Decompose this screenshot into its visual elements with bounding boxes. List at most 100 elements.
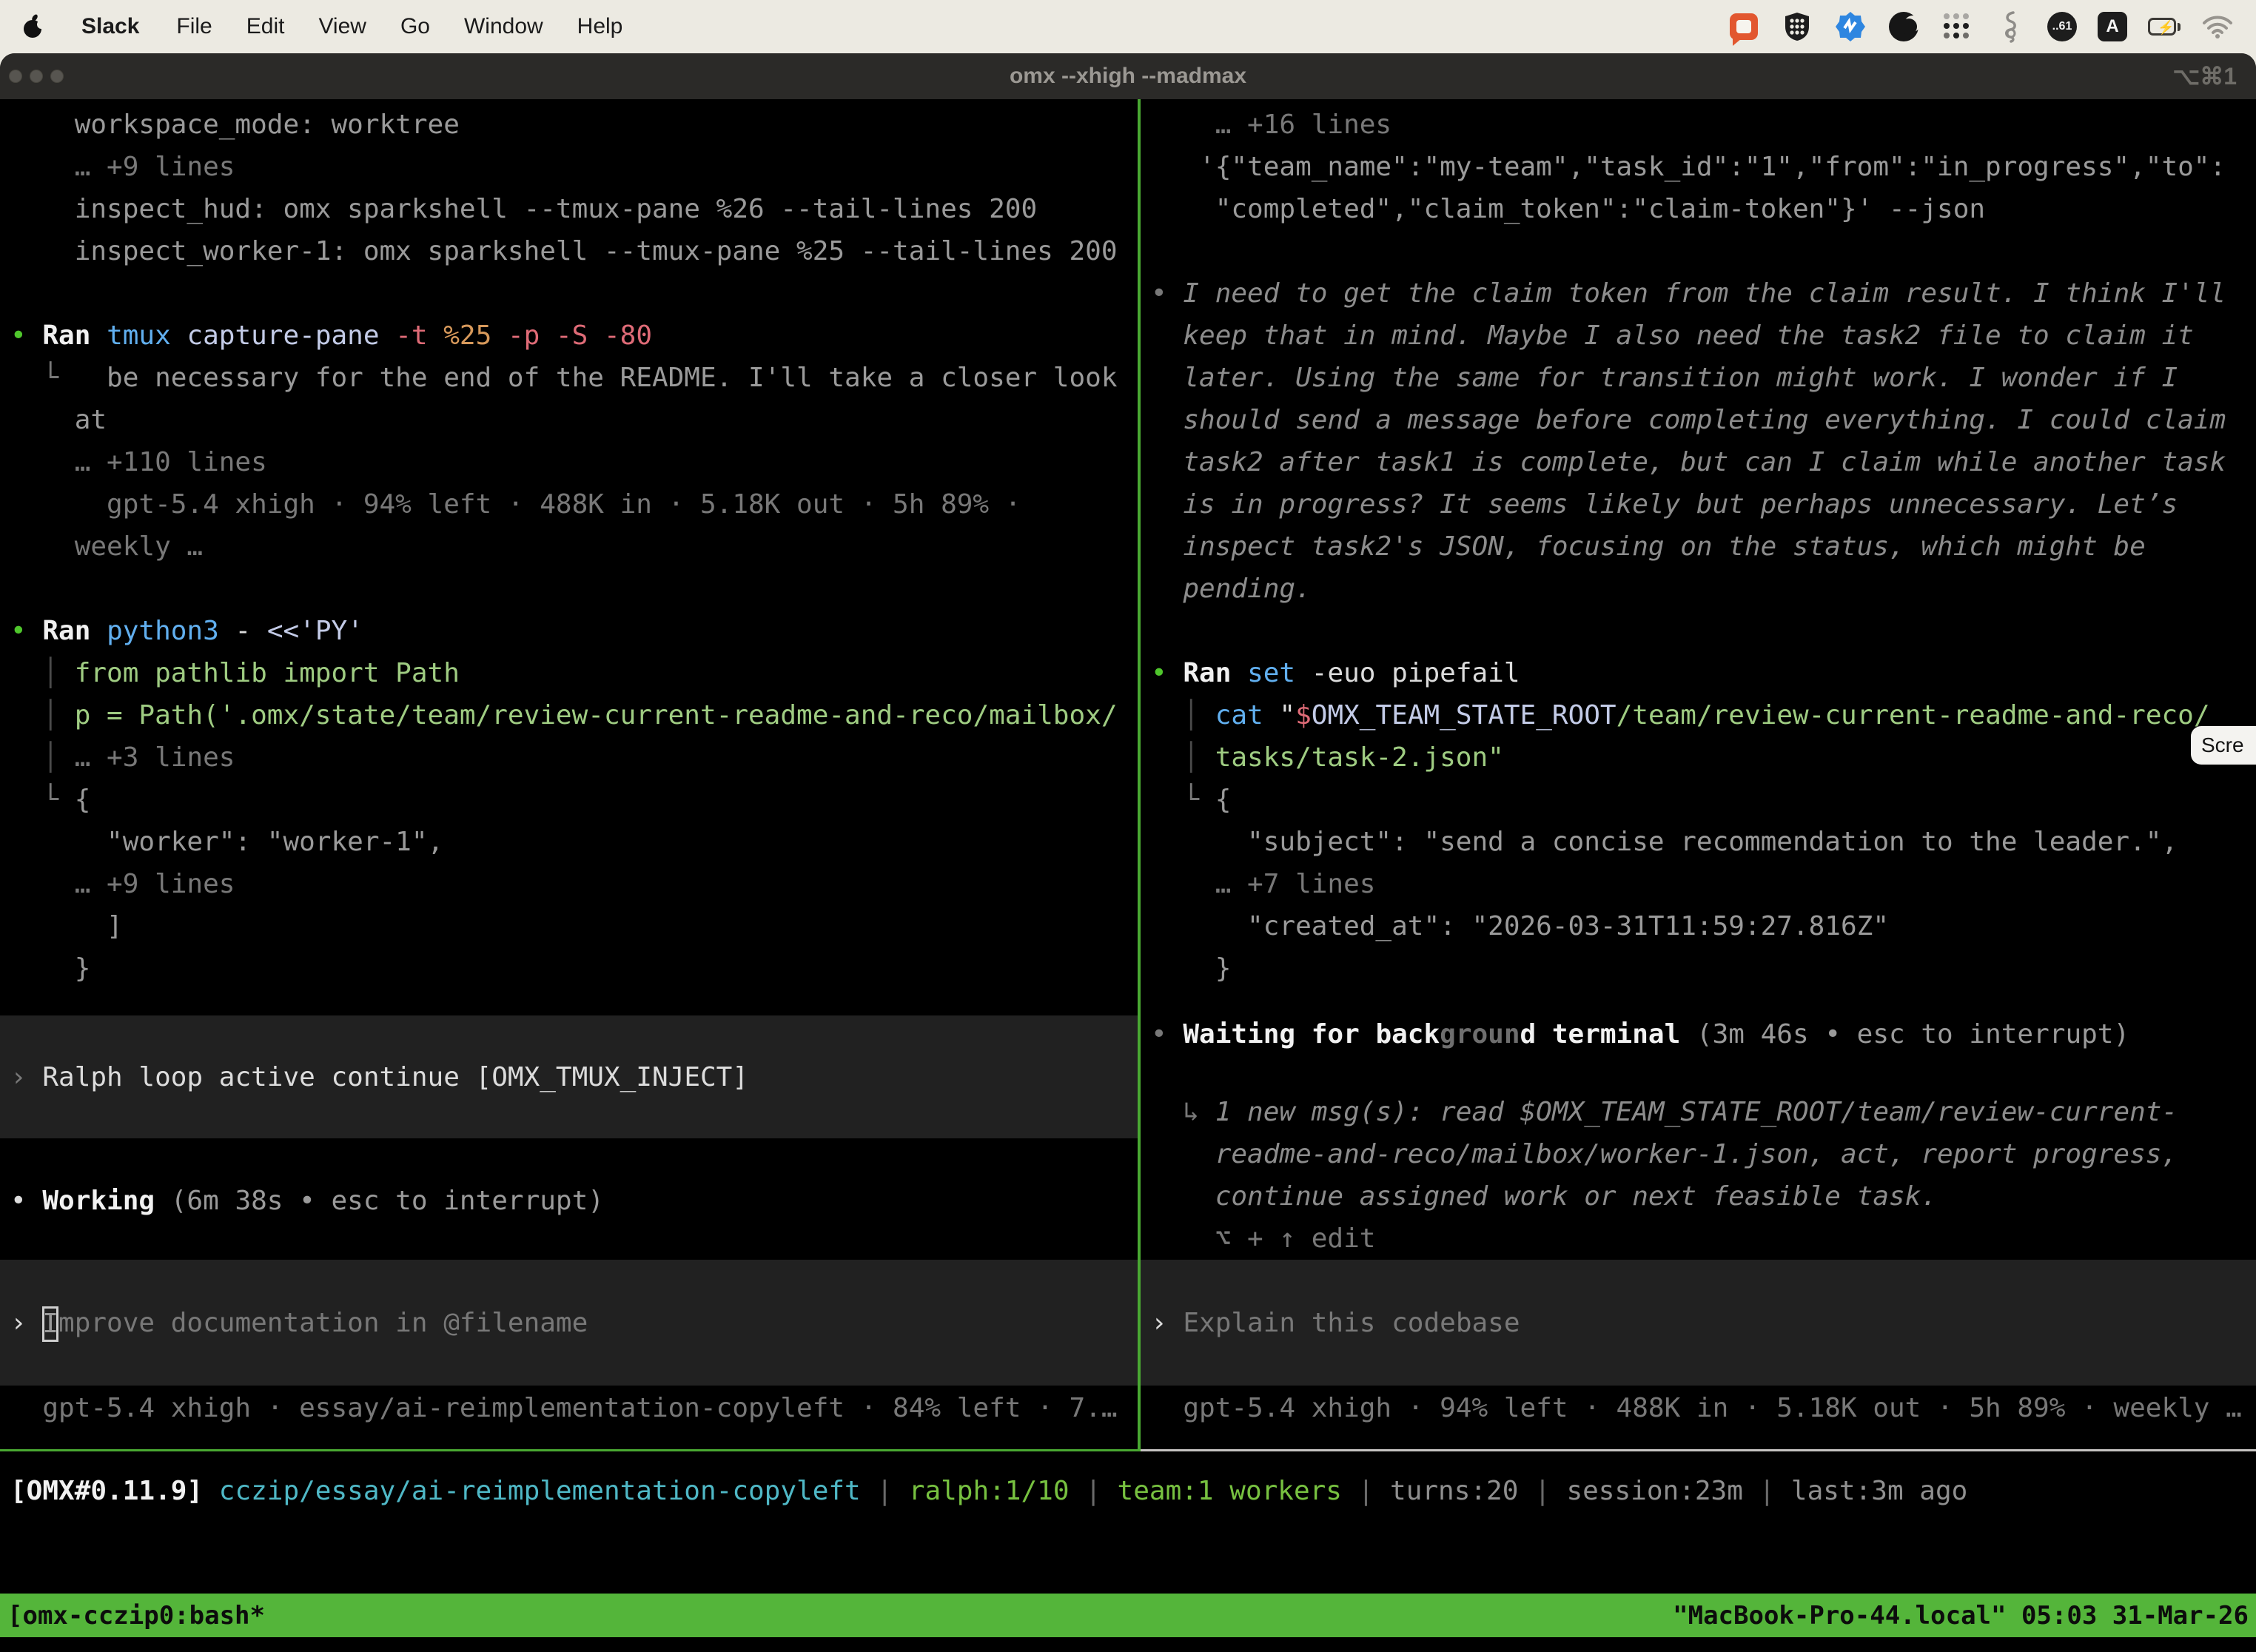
terminal-line: } — [1151, 947, 2256, 990]
terminal-line: inspect_hud: omx sparkshell --tmux-pane … — [10, 188, 1138, 230]
terminal-line: │ … +3 lines — [10, 736, 1138, 779]
dots-grid-icon[interactable] — [1941, 10, 1973, 43]
menu-item-help[interactable]: Help — [577, 14, 623, 38]
menu-items: Slack File Edit View Go Window Help — [81, 14, 657, 39]
terminal-line: › Explain this codebase — [1151, 1302, 1520, 1344]
terminal-line: gpt-5.4 xhigh · essay/ai-reimplementatio… — [10, 1387, 1138, 1429]
tmux-session-label: [omx-cczip0:bash* — [7, 1601, 265, 1631]
terminal-line: └ { — [10, 779, 1138, 821]
terminal-window: omx --xhigh --madmax ⌥⌘1 workspace_mode:… — [0, 53, 2256, 1652]
terminal-line: › Improve documentation in @filename — [10, 1302, 588, 1344]
menu-bar-status-icons: ..61 A ⚡ — [1728, 10, 2234, 43]
minimize-button[interactable] — [30, 70, 43, 83]
mailbox-message: ↳ 1 new msg(s): read $OMX_TEAM_STATE_ROO… — [1151, 1091, 2256, 1260]
menu-bar: Slack File Edit View Go Window Help — [0, 0, 2256, 53]
ralph-loop-notice-band: › Ralph loop active continue [OMX_TMUX_I… — [0, 1015, 1138, 1138]
left-pane-output: workspace_mode: worktree … +9 lines insp… — [0, 99, 1138, 990]
right-pane-output: … +16 lines '{"team_name":"my-team","tas… — [1141, 99, 2256, 990]
terminal-line: … +110 lines — [10, 441, 1138, 483]
terminal-line: inspect task2's JSON, focusing on the st… — [1151, 526, 2256, 568]
terminal-line: weekly … — [10, 526, 1138, 568]
menu-item-window[interactable]: Window — [464, 14, 543, 38]
omx-hud-status-line: [OMX#0.11.9] cczip/essay/ai-reimplementa… — [0, 1470, 2256, 1512]
left-prompt-input[interactable]: › Improve documentation in @filename — [0, 1260, 1138, 1386]
terminal-line: • Working (6m 38s • esc to interrupt) — [10, 1180, 1138, 1222]
terminal-line: ↳ 1 new msg(s): read $OMX_TEAM_STATE_ROO… — [1151, 1091, 2256, 1133]
crescent-circle-icon[interactable] — [1887, 10, 1920, 43]
terminal-line — [10, 272, 1138, 315]
apple-menu-icon[interactable] — [22, 12, 47, 41]
menu-item-file[interactable]: File — [176, 14, 212, 38]
terminal-line: "worker": "worker-1", — [10, 821, 1138, 863]
terminal-line: "completed","claim_token":"claim-token"}… — [1151, 188, 2256, 230]
terminal-line: └ be necessary for the end of the README… — [10, 357, 1138, 399]
terminal-line: • Waiting for background terminal (3m 46… — [1151, 1013, 2256, 1055]
terminal-line: pending. — [1151, 568, 2256, 610]
waiting-status-line: • Waiting for background terminal (3m 46… — [1151, 1013, 2256, 1055]
input-source-icon[interactable]: A — [2098, 12, 2127, 41]
terminal-line: │ cat "$OMX_TEAM_STATE_ROOT/team/review-… — [1151, 694, 2256, 736]
terminal-line: … +9 lines — [10, 146, 1138, 188]
right-pane-status-line: gpt-5.4 xhigh · 94% left · 488K in · 5.1… — [1151, 1387, 2256, 1429]
terminal-line — [10, 568, 1138, 610]
terminal-line: … +7 lines — [1151, 863, 2256, 905]
right-terminal-pane[interactable]: … +16 lines '{"team_name":"my-team","tas… — [1141, 99, 2256, 1449]
terminal-line: keep that in mind. Maybe I also need the… — [1151, 315, 2256, 357]
verified-badge-icon[interactable] — [1834, 10, 1867, 43]
menu-item-slack[interactable]: Slack — [81, 14, 139, 38]
terminal-line: at — [10, 399, 1138, 441]
left-terminal-pane[interactable]: workspace_mode: worktree … +9 lines insp… — [0, 99, 1138, 1449]
tmux-host-clock-label: "MacBook-Pro-44.local" 05:03 31-Mar-26 — [1673, 1601, 2249, 1631]
menu-item-view[interactable]: View — [318, 14, 366, 38]
terminal-line: } — [10, 947, 1138, 990]
terminal-line: │ p = Path('.omx/state/team/review-curre… — [10, 694, 1138, 736]
terminal-line: is in progress? It seems likely but perh… — [1151, 483, 2256, 526]
battery-icon[interactable]: ⚡ — [2148, 10, 2181, 43]
terminal-line: gpt-5.4 xhigh · 94% left · 488K in · 5.1… — [1151, 1387, 2256, 1429]
left-pane-status-line: gpt-5.4 xhigh · essay/ai-reimplementatio… — [10, 1387, 1138, 1429]
terminal-line: should send a message before completing … — [1151, 399, 2256, 441]
terminal-line: › Ralph loop active continue [OMX_TMUX_I… — [10, 1056, 748, 1098]
terminal-line: [OMX#0.11.9] cczip/essay/ai-reimplementa… — [10, 1470, 2256, 1512]
keypad-shield-icon[interactable] — [1781, 10, 1813, 43]
zoom-button[interactable] — [50, 70, 64, 83]
tmux-status-bar: [omx-cczip0:bash* "MacBook-Pro-44.local"… — [0, 1594, 2256, 1637]
terminal-line: inspect_worker-1: omx sparkshell --tmux-… — [10, 230, 1138, 272]
counter-badge-icon[interactable]: ..61 — [2047, 12, 2077, 41]
terminal-line: '{"team_name":"my-team","task_id":"1","f… — [1151, 146, 2256, 188]
terminal-line: ] — [10, 905, 1138, 947]
chat-app-icon[interactable] — [1728, 10, 1760, 43]
wifi-icon[interactable] — [2201, 10, 2234, 43]
terminal-line: • I need to get the claim token from the… — [1151, 272, 2256, 315]
right-prompt-input[interactable]: › Explain this codebase — [1141, 1260, 2256, 1386]
terminal-line: later. Using the same for transition mig… — [1151, 357, 2256, 399]
pane-bottom-borders — [0, 1449, 2256, 1451]
window-shortcut-hint: ⌥⌘1 — [2172, 62, 2237, 90]
terminal-line: ⌥ + ↑ edit — [1151, 1218, 2256, 1260]
squiggle-icon[interactable] — [1994, 10, 2027, 43]
close-button[interactable] — [9, 70, 22, 83]
terminal-line: … +16 lines — [1151, 104, 2256, 146]
menu-item-go[interactable]: Go — [400, 14, 430, 38]
screen-share-overlay[interactable]: Scre — [2191, 726, 2256, 765]
terminal-line: │ tasks/task-2.json" — [1151, 736, 2256, 779]
working-status-line: • Working (6m 38s • esc to interrupt) — [10, 1180, 1138, 1222]
terminal-line: • Ran set -euo pipefail — [1151, 652, 2256, 694]
window-title: omx --xhigh --madmax — [0, 64, 2256, 89]
terminal-line: "subject": "send a concise recommendatio… — [1151, 821, 2256, 863]
terminal-line: • Ran tmux capture-pane -t %25 -p -S -80 — [10, 315, 1138, 357]
terminal-line: "created_at": "2026-03-31T11:59:27.816Z" — [1151, 905, 2256, 947]
window-titlebar[interactable]: omx --xhigh --madmax ⌥⌘1 — [0, 53, 2256, 99]
terminal-line: │ from pathlib import Path — [10, 652, 1138, 694]
terminal-line: └ { — [1151, 779, 2256, 821]
terminal-line: … +9 lines — [10, 863, 1138, 905]
terminal-line: • Ran python3 - <<'PY' — [10, 610, 1138, 652]
menu-item-edit[interactable]: Edit — [246, 14, 285, 38]
terminal-line — [1151, 230, 2256, 272]
terminal-line: gpt-5.4 xhigh · 94% left · 488K in · 5.1… — [10, 483, 1138, 526]
terminal-line: continue assigned work or next feasible … — [1151, 1175, 2256, 1218]
terminal-line: readme-and-reco/mailbox/worker-1.json, a… — [1151, 1133, 2256, 1175]
terminal-line: task2 after task1 is complete, but can I… — [1151, 441, 2256, 483]
terminal-line: workspace_mode: worktree — [10, 104, 1138, 146]
terminal-line — [1151, 610, 2256, 652]
